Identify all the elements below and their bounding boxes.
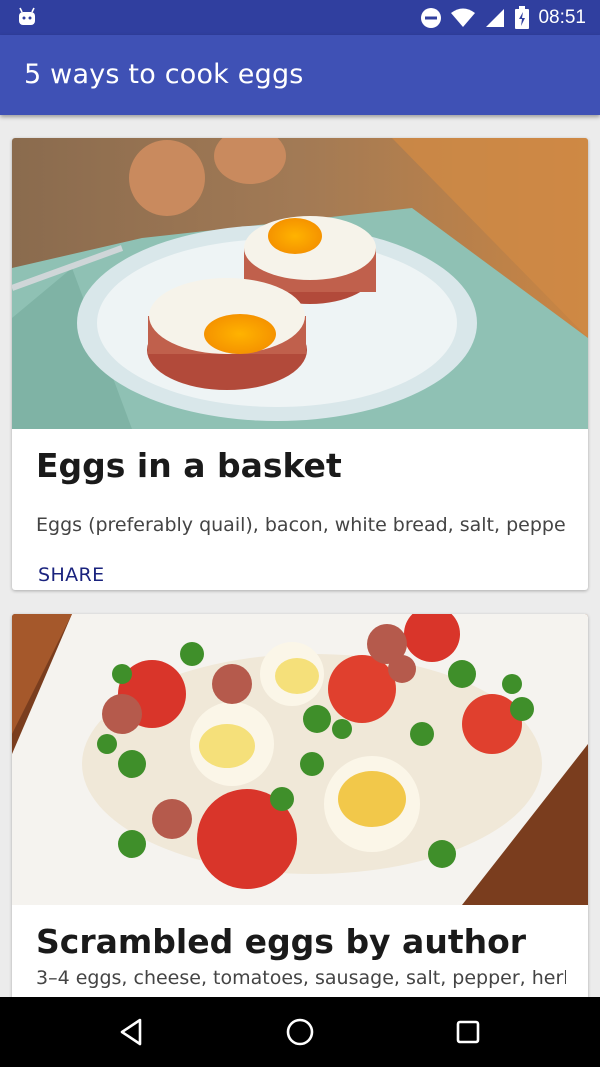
card-list[interactable]: Eggs in a basket Eggs (preferably quail)… (0, 115, 600, 997)
battery-icon (515, 5, 530, 29)
card-description: 3–4 eggs, cheese, tomatoes, sausage, sal… (36, 967, 566, 989)
home-icon[interactable] (282, 1014, 318, 1050)
navigation-bar (0, 997, 600, 1067)
recipe-card[interactable]: Eggs in a basket Eggs (preferably quail)… (12, 138, 588, 590)
android-icon (19, 7, 35, 25)
do-not-disturb-icon (421, 7, 442, 28)
wifi-icon (451, 8, 476, 27)
status-time: 08:51 (538, 6, 586, 28)
share-button[interactable]: SHARE (38, 564, 105, 586)
card-description: Eggs (preferably quail), bacon, white br… (36, 514, 566, 536)
card-title: Scrambled eggs by author (36, 922, 527, 961)
app-bar: 5 ways to cook eggs (0, 35, 600, 115)
page-title: 5 ways to cook eggs (24, 59, 304, 90)
status-bar: 08:51 (0, 0, 600, 35)
signal-icon (486, 8, 505, 27)
card-title: Eggs in a basket (36, 446, 342, 485)
recipe-card[interactable]: Scrambled eggs by author 3–4 eggs, chees… (12, 614, 588, 997)
back-icon[interactable] (114, 1014, 150, 1050)
recipe-image (12, 138, 588, 429)
recents-icon[interactable] (450, 1014, 486, 1050)
recipe-image (12, 614, 588, 905)
